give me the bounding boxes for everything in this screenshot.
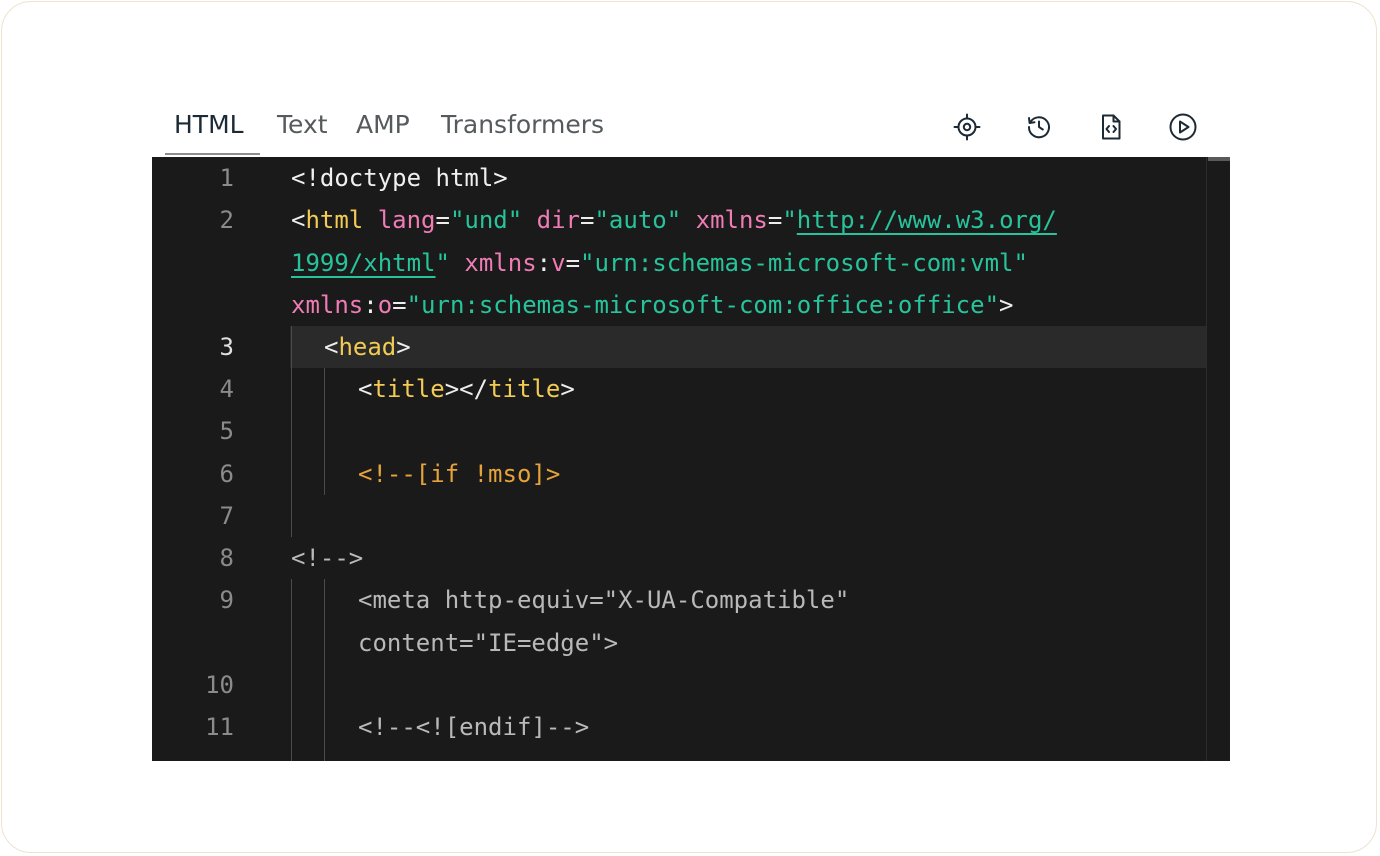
line-number-current: 3 xyxy=(219,333,234,361)
code-line-2-wrap: xmlns:o="urn:schemas-microsoft-com:offic… xyxy=(291,284,1013,326)
tab-html[interactable]: HTML xyxy=(174,95,244,155)
line-number: 10 xyxy=(205,671,234,699)
tab-text[interactable]: Text xyxy=(277,95,328,155)
code-token: > xyxy=(396,333,411,361)
code-token: xmlns xyxy=(291,291,364,319)
code-token: : xyxy=(363,291,378,319)
code-token: v xyxy=(551,249,566,277)
code-line-4: <title></title> xyxy=(358,368,575,410)
code-token: <!doctype html> xyxy=(291,164,508,192)
code-token: ></ xyxy=(444,375,489,403)
code-token: lang xyxy=(377,206,436,234)
code-token: o xyxy=(377,291,393,319)
line-number: 6 xyxy=(219,460,234,488)
line-number: 2 xyxy=(219,206,234,234)
indent-guide xyxy=(324,579,325,761)
target-button[interactable] xyxy=(947,107,987,147)
code-token: < xyxy=(291,206,306,234)
line-number: 7 xyxy=(219,502,234,530)
code-line-2: <html lang="und" dir="auto" xmlns="http:… xyxy=(291,199,1057,241)
tab-transformers[interactable]: Transformers xyxy=(441,95,604,155)
line-number: 8 xyxy=(219,544,234,572)
code-token: = xyxy=(435,206,450,234)
code-link[interactable]: http://www.w3.org/ xyxy=(797,206,1057,234)
code-token: <!--<![endif]--> xyxy=(358,713,590,741)
code-token: = xyxy=(580,206,595,234)
code-token: < xyxy=(324,333,339,361)
code-line-3: <head> xyxy=(324,326,411,368)
code-token: "auto" xyxy=(594,206,682,234)
target-icon xyxy=(953,113,981,141)
code-line-9-wrap: content="IE=edge"> xyxy=(358,622,618,664)
code-line-8: <!--> xyxy=(291,537,363,579)
run-button[interactable] xyxy=(1163,107,1203,147)
line-number: 5 xyxy=(219,417,234,445)
code-token: head xyxy=(338,333,397,361)
code-token: title xyxy=(488,375,561,403)
line-number: 11 xyxy=(205,713,234,741)
history-button[interactable] xyxy=(1019,107,1059,147)
tab-amp[interactable]: AMP xyxy=(356,95,410,155)
code-file-button[interactable] xyxy=(1091,107,1131,147)
code-token: "urn:schemas-microsoft-com:office:office… xyxy=(406,291,1000,319)
code-token: = xyxy=(565,249,581,277)
code-token: " xyxy=(435,249,450,277)
editor-tabbar: HTML Text AMP Transformers xyxy=(152,95,1230,157)
play-icon xyxy=(1169,113,1197,141)
code-line-1: <!doctype html> xyxy=(291,157,508,199)
code-token: html xyxy=(305,206,364,234)
indent-guide xyxy=(291,579,292,761)
code-line-11: <!--<![endif]--> xyxy=(358,706,589,748)
code-token: < xyxy=(358,375,373,403)
line-number: 4 xyxy=(219,375,234,403)
code-token: " xyxy=(782,206,797,234)
code-token: = xyxy=(767,206,783,234)
code-link[interactable]: 1999/xhtml xyxy=(291,249,436,277)
code-editor[interactable]: 1 2 3 4 5 6 7 8 9 10 11 <!doctype html> … xyxy=(152,157,1230,761)
code-token: > xyxy=(999,291,1014,319)
code-token: xmlns xyxy=(695,206,768,234)
code-token: <!--> xyxy=(291,544,364,572)
active-tab-indicator xyxy=(165,153,260,155)
scrollbar-thumb[interactable] xyxy=(1208,157,1230,161)
code-token: "urn:schemas-microsoft-com:vml" xyxy=(580,249,1028,277)
code-editor-panel: HTML Text AMP Transformers 1 2 3 4 5 6 7… xyxy=(152,95,1230,761)
code-token: <!--[if !mso]> xyxy=(358,460,561,488)
code-token: xmlns xyxy=(464,249,537,277)
active-line-highlight xyxy=(290,326,1230,368)
code-file-icon xyxy=(1102,114,1121,140)
code-line-9: <meta http-equiv="X-UA-Compatible" xyxy=(358,579,849,621)
line-number: 1 xyxy=(219,164,234,192)
indent-guide xyxy=(291,326,292,537)
code-token: dir xyxy=(536,206,581,234)
code-token: : xyxy=(536,249,552,277)
indent-guide xyxy=(324,368,325,495)
code-token: > xyxy=(560,375,575,403)
code-token: "und" xyxy=(449,206,523,234)
code-line-6: <!--[if !mso]> xyxy=(358,453,560,495)
vertical-scrollbar[interactable] xyxy=(1206,157,1230,761)
code-token: title xyxy=(372,375,445,403)
code-line-2-wrap: 1999/xhtml" xmlns:v="urn:schemas-microso… xyxy=(291,242,1028,284)
code-token: <meta http-equiv="X-UA-Compatible" xyxy=(358,586,850,614)
line-number: 9 xyxy=(219,586,234,614)
history-icon xyxy=(1027,116,1050,139)
code-token: content="IE=edge"> xyxy=(358,629,619,657)
code-token: = xyxy=(392,291,407,319)
